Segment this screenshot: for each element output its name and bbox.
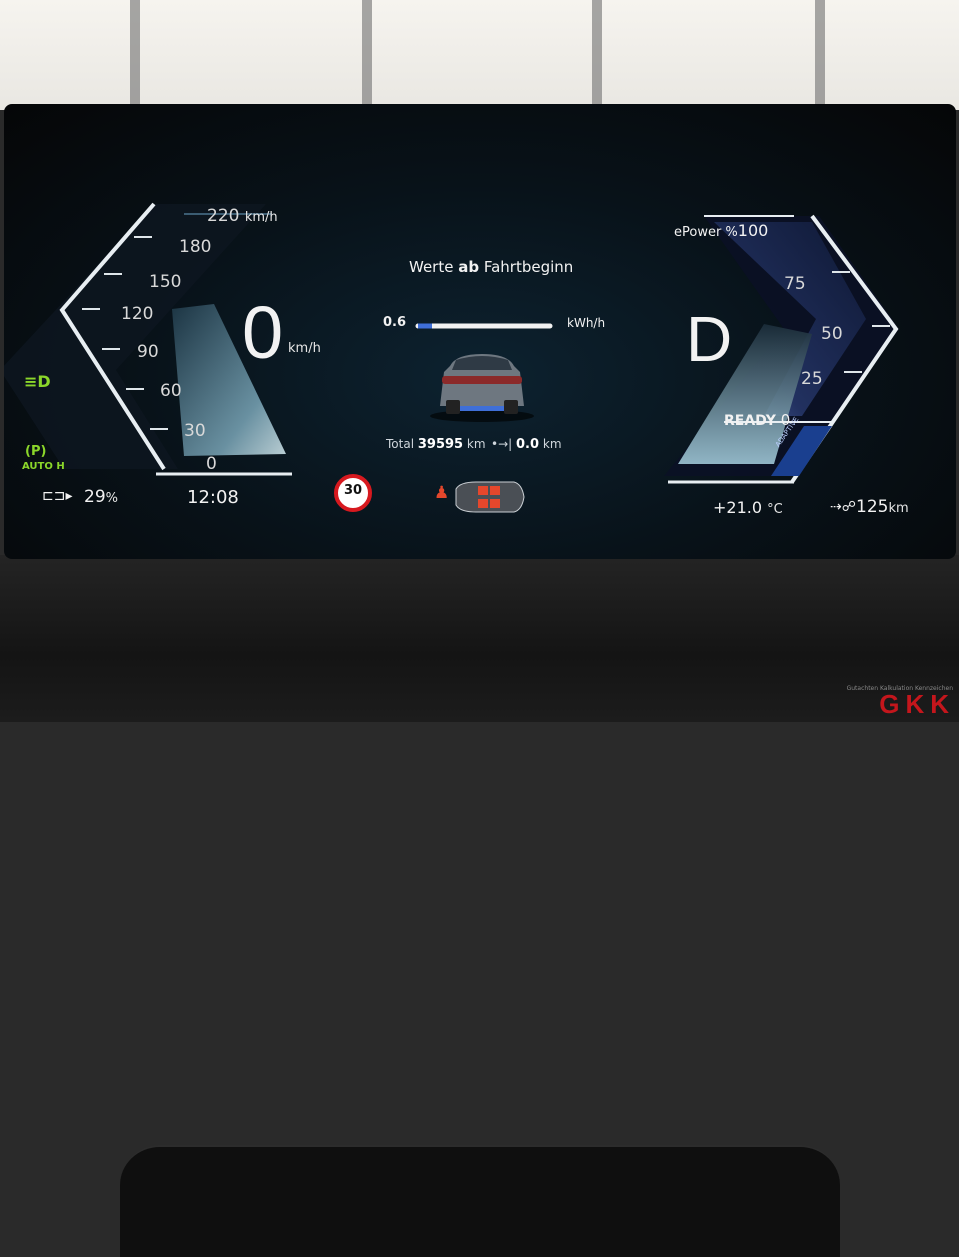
epower-max: 100: [737, 221, 769, 240]
trip-title: Werte ab Fahrtbeginn: [409, 258, 574, 276]
speed-tick-30: 30: [184, 421, 206, 441]
window-frame: [592, 0, 602, 105]
outside-temperature: +21.0 °C: [713, 498, 783, 517]
seatbelt-warning-icon: ♟: [434, 483, 450, 503]
odometer: Total 39595 km: [386, 437, 486, 452]
instrument-cluster-display: 220 km/h 180 150 120 90 60 30 0 0 km/h e…: [4, 104, 956, 559]
power-tick-75: 75: [784, 274, 806, 294]
range: 125km: [856, 497, 909, 517]
speed-tick-60: 60: [160, 381, 182, 401]
battery-icon: ⊏⊐▸: [42, 488, 73, 504]
consumption-value: 0.6: [383, 315, 407, 330]
range-icon: ⇢☍: [830, 499, 856, 515]
speed-tick-0: 0: [206, 454, 217, 474]
speed-tick-120: 120: [121, 304, 154, 324]
window-frame: [815, 0, 825, 105]
speed-value: 0: [242, 291, 284, 374]
speed-unit: km/h: [288, 341, 321, 356]
watermark-logo: GKK: [879, 689, 955, 719]
seat-occupancy-indicator: [455, 481, 525, 513]
trip-distance: •→| 0.0 km: [491, 437, 562, 452]
low-beam-icon: ≡D: [24, 372, 51, 391]
speed-tick-220: 220 km/h: [207, 206, 278, 226]
trip-value: 0.0: [516, 437, 540, 452]
steering-column-shroud: [120, 1145, 840, 1257]
battery-percent: 29%: [84, 487, 118, 507]
speed-tick-90: 90: [137, 342, 159, 362]
speed-tick-unit: km/h: [244, 210, 278, 225]
consumption-unit: kWh/h: [567, 316, 606, 330]
gear-indicator: D: [686, 303, 733, 375]
odometer-value: 39595: [417, 437, 464, 452]
speed-tick-150: 150: [149, 272, 182, 292]
clock: 12:08: [187, 487, 239, 508]
epower-title: ePower %100: [674, 221, 769, 240]
garage-background: [0, 0, 959, 110]
ready-indicator: READY 0: [724, 411, 791, 429]
battery-unit: %: [105, 491, 118, 506]
trip-title-bold: ab: [458, 258, 480, 276]
power-tick-25: 25: [801, 369, 823, 389]
window-frame: [362, 0, 372, 105]
speed-limit-value: 30: [343, 483, 363, 498]
power-tick-50: 50: [821, 324, 843, 344]
car-rear-image: [430, 354, 534, 422]
window-frame: [130, 0, 140, 105]
gauge-graphics: [4, 202, 899, 513]
auto-hold-indicator: AUTO H: [22, 461, 65, 472]
parking-brake-icon: (P): [25, 444, 47, 459]
range-unit: km: [888, 501, 909, 516]
speed-tick-180: 180: [179, 237, 212, 257]
temp-unit: °C: [767, 502, 783, 517]
trip-arrow-icon: •→|: [491, 437, 513, 451]
dashboard-trim: [0, 555, 959, 1257]
